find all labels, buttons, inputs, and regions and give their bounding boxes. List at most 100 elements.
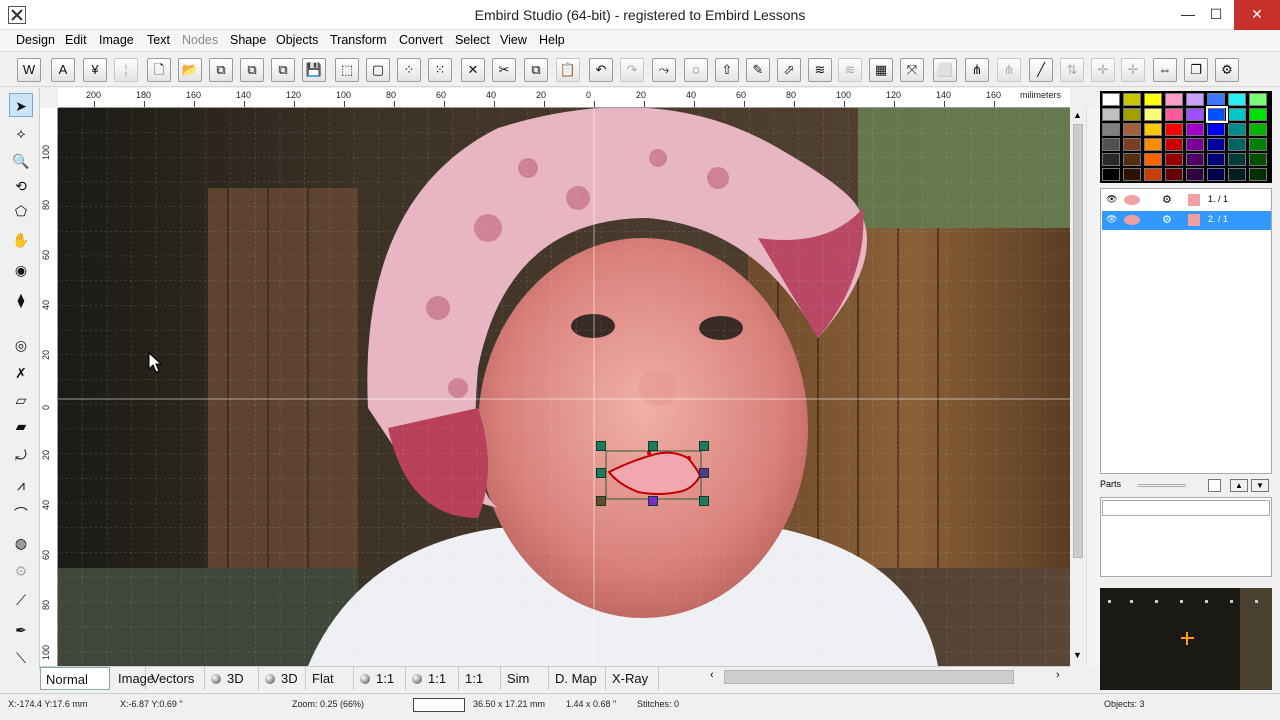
zigzag-tool-icon[interactable]: ⩘ [9, 473, 33, 497]
view-tab-5[interactable]: Flat [307, 667, 354, 690]
menu-design[interactable]: Design [16, 33, 55, 47]
palette-swatch[interactable] [1186, 168, 1204, 181]
resize-handle-w[interactable] [596, 468, 606, 478]
menu-edit[interactable]: Edit [65, 33, 87, 47]
palette-swatch[interactable] [1144, 168, 1162, 181]
scroll-down-icon[interactable]: ▼ [1073, 650, 1082, 660]
parts-item[interactable] [1102, 500, 1270, 516]
palette-swatch[interactable] [1123, 108, 1141, 121]
palette-swatch[interactable] [1123, 138, 1141, 151]
palette-swatch[interactable] [1102, 93, 1120, 106]
palette-swatch[interactable] [1186, 138, 1204, 151]
cut-icon[interactable]: ✂ [492, 58, 516, 82]
ruler-vertical[interactable]: 100 80 60 40 20 0 20 40 60 80 100 [40, 108, 58, 666]
object-settings-icon[interactable]: ⚙ [1162, 213, 1172, 226]
palette-swatch[interactable] [1123, 93, 1141, 106]
palette-swatch[interactable] [1165, 153, 1183, 166]
palette-swatch[interactable] [1144, 153, 1162, 166]
menu-shape[interactable]: Shape [230, 33, 266, 47]
maximize-button[interactable]: ☐ [1200, 0, 1232, 30]
select-box-icon[interactable]: ▢ [366, 58, 390, 82]
design-canvas[interactable] [58, 108, 1070, 666]
arc-tool-icon[interactable]: ⌒ [9, 502, 33, 526]
visibility-eye-icon[interactable]: 👁 [1106, 194, 1117, 205]
palette-swatch[interactable] [1165, 108, 1183, 121]
palette-swatch[interactable] [1228, 153, 1246, 166]
parts-checkbox[interactable] [1208, 479, 1221, 492]
palette-swatch[interactable] [1249, 168, 1267, 181]
palette-swatch[interactable] [1102, 108, 1120, 121]
satin-tool-icon[interactable]: ⧫ [9, 288, 33, 312]
grid-icon[interactable]: ▦ [869, 58, 893, 82]
palette-swatch[interactable] [1165, 138, 1183, 151]
menu-help[interactable]: Help [539, 33, 565, 47]
close-button[interactable]: ✕ [1234, 0, 1280, 30]
line-icon[interactable]: ╱ [1029, 58, 1053, 82]
palette-swatch[interactable] [1249, 138, 1267, 151]
palette-swatch[interactable] [1249, 123, 1267, 136]
palette-swatch[interactable] [1186, 93, 1204, 106]
pipette-icon[interactable]: ✎ [746, 58, 770, 82]
palette-swatch[interactable] [1186, 123, 1204, 136]
save-icon[interactable]: 💾 [302, 58, 326, 82]
polygon-tool-icon[interactable]: ⬠ [9, 199, 33, 223]
palette-swatch[interactable] [1249, 108, 1267, 121]
palette-swatch[interactable] [1186, 153, 1204, 166]
curve-tool-icon[interactable]: ⤾ [9, 443, 33, 467]
visibility-eye-icon[interactable]: 👁 [1106, 214, 1117, 225]
scroll-left-icon[interactable]: ‹ [710, 669, 714, 681]
pointer-tool-icon[interactable]: ➤ [9, 93, 33, 117]
parts-up-icon[interactable]: ▲ [1230, 479, 1248, 492]
palette-swatch[interactable] [1165, 93, 1183, 106]
node-edit-icon[interactable]: ⤳ [652, 58, 676, 82]
view-tab-6[interactable]: 1:1 [355, 667, 406, 690]
text-tool-icon[interactable]: A [51, 58, 75, 82]
view-tab-11[interactable]: X-Ray [607, 667, 659, 690]
palette-swatch[interactable] [1207, 93, 1225, 106]
object-row[interactable]: 👁 ⚙ 1. / 1 [1102, 191, 1271, 210]
node-tool-icon[interactable]: ⟡ [9, 121, 33, 145]
view-tab-1[interactable]: Image [113, 667, 154, 690]
menu-text[interactable]: Text [147, 33, 170, 47]
resize-handle-e[interactable] [699, 468, 709, 478]
settings-icon[interactable]: ⚙ [1215, 58, 1239, 82]
palette-swatch[interactable] [1102, 168, 1120, 181]
menu-select[interactable]: Select [455, 33, 490, 47]
view-tab-7[interactable]: 1:1 [407, 667, 459, 690]
copy-icon[interactable]: ⧉ [524, 58, 548, 82]
select-all-icon[interactable]: ⁘ [397, 58, 421, 82]
merge-icon[interactable]: ⧉ [240, 58, 264, 82]
palette-swatch[interactable] [1144, 108, 1162, 121]
resize-handle-se[interactable] [699, 496, 709, 506]
insert-icon[interactable]: ⧉ [209, 58, 233, 82]
scroll-right-icon[interactable]: › [1056, 669, 1060, 681]
frame-icon[interactable]: ⬚ [335, 58, 359, 82]
ruler-horizontal[interactable]: 200 180 160 140 120 100 80 60 40 20 0 20 40 60 80 100 12… [58, 88, 1070, 108]
vertical-scrollbar[interactable]: ▲ ▼ [1070, 108, 1086, 666]
palette-swatch[interactable] [1165, 168, 1183, 181]
palette-swatch[interactable] [1228, 168, 1246, 181]
palette-swatch[interactable] [1144, 93, 1162, 106]
menu-objects[interactable]: Objects [276, 33, 318, 47]
zoom-tool-icon[interactable]: 🔍 [9, 149, 33, 173]
delete-icon[interactable]: ✕ [461, 58, 485, 82]
palette-swatch[interactable] [1102, 153, 1120, 166]
resize-handle-ne[interactable] [699, 441, 709, 451]
resize-icon[interactable]: ⇔ [1153, 58, 1177, 82]
view-tab-2[interactable]: Vectors [146, 667, 205, 690]
stitch-icon[interactable]: ⋔ [965, 58, 989, 82]
palette-swatch[interactable] [1144, 123, 1162, 136]
palette-swatch[interactable] [1207, 153, 1225, 166]
shape-icon[interactable]: ⬜ [933, 58, 957, 82]
palette-swatch[interactable] [1249, 153, 1267, 166]
resize-handle-n[interactable] [648, 441, 658, 451]
view-tab-10[interactable]: D. Map [550, 667, 606, 690]
menu-view[interactable]: View [500, 33, 527, 47]
ruler-tool-icon[interactable]: ⟍ [9, 646, 33, 670]
menu-image[interactable]: Image [99, 33, 134, 47]
hand-tool-icon[interactable]: ✋ [9, 228, 33, 252]
palette-swatch[interactable] [1186, 108, 1204, 121]
palette-swatch[interactable] [1249, 93, 1267, 106]
horizontal-scrollbar[interactable]: ‹ › [706, 667, 1070, 687]
palette-swatch[interactable] [1102, 138, 1120, 151]
